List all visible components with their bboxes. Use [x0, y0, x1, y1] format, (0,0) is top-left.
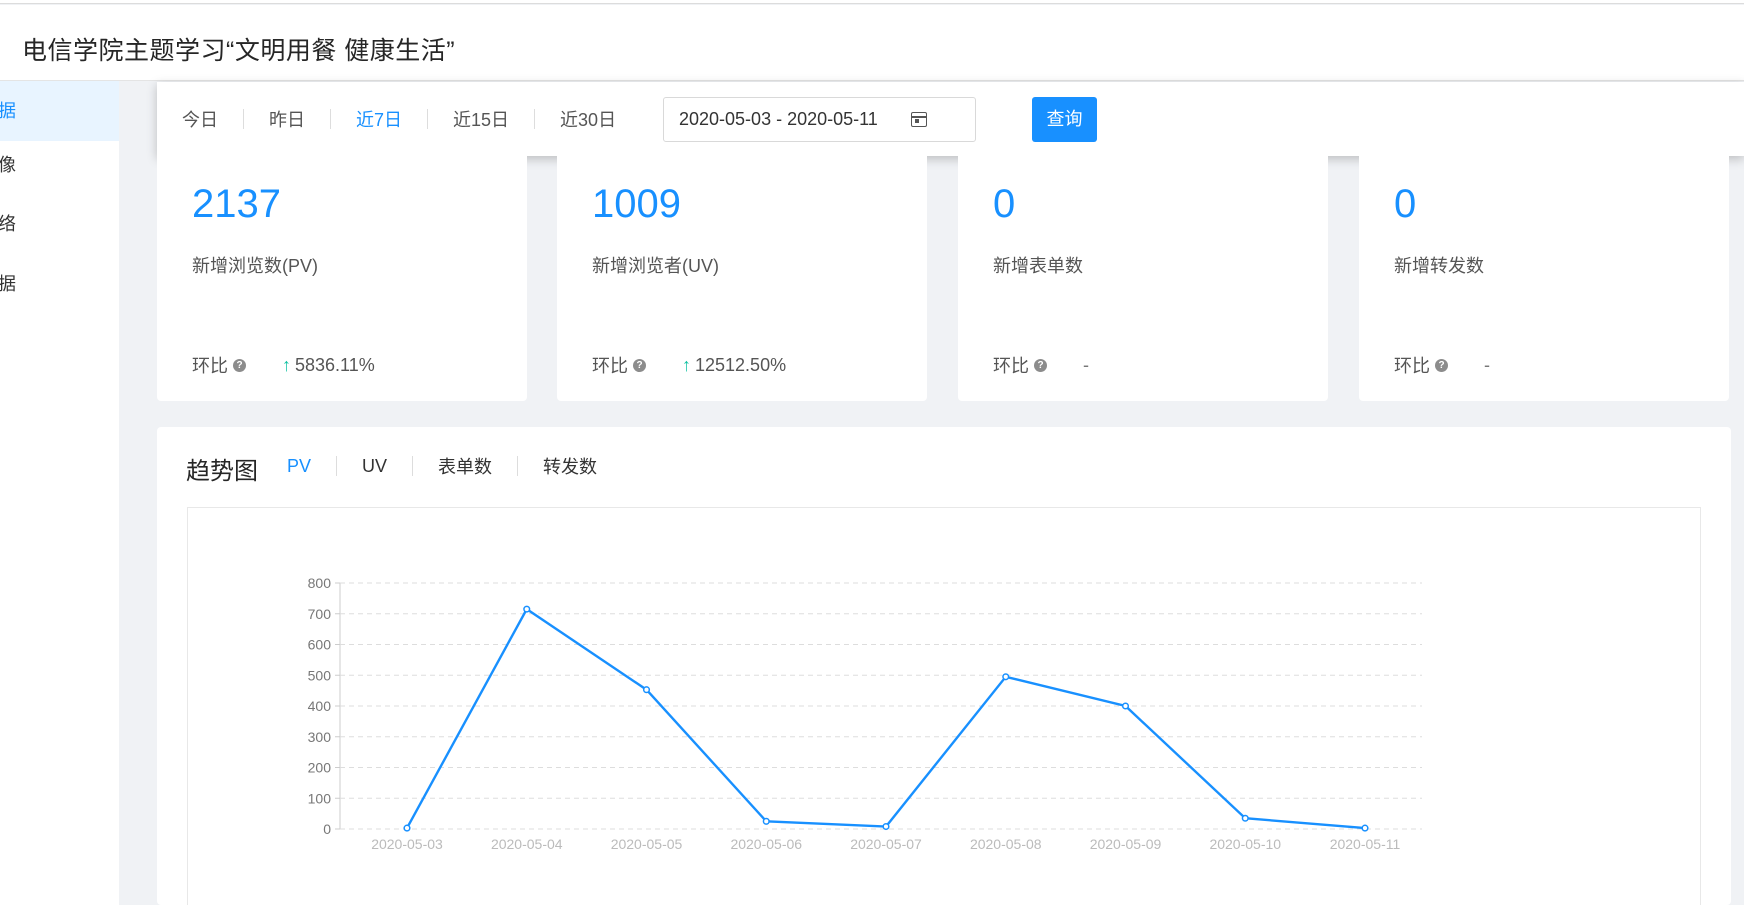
stat-value: 2137: [192, 182, 281, 226]
page-title: 电信学院主题学习“文明用餐 健康生活”: [22, 37, 456, 65]
stat-label: 新增表单数: [993, 256, 1083, 276]
comparison-value: ↑ 12512.50%: [682, 355, 786, 376]
line-chart: 0 100 200 300 400 500 600 700 800 2020-05-03 2020-…: [308, 575, 1422, 852]
x-tick-label: 2020-05-08: [970, 836, 1042, 852]
stat-value: 0: [1394, 182, 1417, 226]
data-point: [1361, 824, 1369, 832]
tab-last-7-days[interactable]: 近7日: [331, 106, 427, 132]
sidebar-item-data[interactable]: 据: [0, 81, 119, 141]
stat-card-pv: 2137 新增浏览数(PV) 环比 ? ↑ 5836.11%: [157, 156, 527, 401]
query-button[interactable]: 查询: [1032, 97, 1097, 142]
sidebar-item-profile[interactable]: 像: [0, 135, 119, 195]
sidebar-item-label: 据: [0, 101, 16, 121]
stat-card-forms: 0 新增表单数 环比 ? -: [958, 156, 1328, 401]
tab-last-15-days[interactable]: 近15日: [428, 106, 534, 132]
question-icon[interactable]: ?: [633, 358, 646, 372]
x-tick-label: 2020-05-06: [730, 836, 802, 852]
question-icon[interactable]: ?: [233, 358, 246, 372]
tab-pv[interactable]: PV: [287, 456, 336, 477]
sidebar-item-label: 络: [0, 214, 16, 234]
x-tick-label: 2020-05-04: [491, 836, 563, 852]
sidebar-item-label: 像: [0, 155, 16, 175]
comparison-label: 环比: [192, 356, 228, 376]
arrow-up-icon: ↑: [282, 354, 291, 375]
page-header: 电信学院主题学习“文明用餐 健康生活”: [0, 5, 1744, 81]
data-point: [882, 822, 890, 831]
x-tick-label: 2020-05-11: [1330, 836, 1401, 852]
date-tabs: 今日 昨日 近7日 近15日 近30日: [157, 82, 641, 156]
sidebar-item-label: 据: [0, 274, 16, 294]
data-point: [523, 605, 531, 613]
y-tick-label: 500: [308, 667, 332, 683]
x-tick-label: 2020-05-09: [1090, 836, 1162, 852]
tab-yesterday[interactable]: 昨日: [244, 106, 330, 132]
data-point: [762, 817, 770, 825]
arrow-up-icon: ↑: [682, 354, 691, 375]
comparison-value: -: [1484, 354, 1490, 375]
question-icon[interactable]: ?: [1435, 358, 1448, 372]
date-range-value: 2020-05-03 - 2020-05-11: [679, 109, 878, 129]
comparison-value: ↑ 5836.11%: [282, 355, 375, 376]
data-point: [1241, 814, 1249, 822]
trend-tabs: PV UV 表单数 转发数: [287, 453, 622, 479]
y-tick-label: 800: [308, 575, 332, 591]
comparison-label: 环比: [1394, 356, 1430, 376]
y-tick-label: 300: [308, 729, 332, 745]
sidebar-item-network[interactable]: 络: [0, 194, 119, 254]
x-tick-label: 2020-05-03: [371, 836, 443, 852]
sidebar: 据 像 络 据: [0, 81, 119, 905]
stat-value: 0: [993, 182, 1016, 226]
trend-title: 趋势图: [186, 458, 258, 485]
trend-chart: 0 100 200 300 400 500 600 700 800 2020-05-03 2020-…: [187, 507, 1701, 905]
stat-comparison: 环比 ? ↑ 12512.50%: [592, 352, 786, 378]
stat-comparison: 环比 ? -: [1394, 352, 1490, 378]
question-icon[interactable]: ?: [1034, 358, 1047, 372]
stat-label: 新增浏览数(PV): [192, 256, 318, 276]
stat-card-uv: 1009 新增浏览者(UV) 环比 ? ↑ 12512.50%: [557, 156, 927, 401]
tab-today[interactable]: 今日: [157, 106, 243, 132]
top-border: [0, 0, 1744, 4]
tab-uv[interactable]: UV: [337, 456, 412, 477]
date-range-picker[interactable]: 2020-05-03 - 2020-05-11: [663, 97, 976, 142]
x-tick-label: 2020-05-05: [611, 836, 683, 852]
tab-forms[interactable]: 表单数: [413, 453, 517, 479]
data-point: [1002, 673, 1010, 681]
tab-shares[interactable]: 转发数: [518, 453, 622, 479]
stat-value: 1009: [592, 182, 681, 226]
stat-label: 新增浏览者(UV): [592, 256, 719, 276]
data-point: [403, 824, 411, 832]
tab-last-30-days[interactable]: 近30日: [535, 106, 641, 132]
x-tick-label: 2020-05-10: [1209, 836, 1281, 852]
data-point: [642, 686, 651, 694]
data-point: [1121, 702, 1130, 710]
stat-comparison: 环比 ? -: [993, 352, 1089, 378]
series-line-pv: [405, 607, 1366, 830]
y-tick-label: 0: [323, 821, 331, 837]
comparison-label: 环比: [993, 356, 1029, 376]
stat-card-shares: 0 新增转发数 环比 ? -: [1359, 156, 1729, 401]
comparison-label: 环比: [592, 356, 628, 376]
sidebar-item-data-2[interactable]: 据: [0, 254, 119, 314]
comparison-percent: 12512.50%: [695, 354, 787, 375]
x-tick-label: 2020-05-07: [850, 836, 922, 852]
y-tick-label: 100: [308, 790, 332, 806]
stat-label: 新增转发数: [1394, 256, 1484, 276]
comparison-value: -: [1083, 354, 1089, 375]
y-tick-label: 600: [308, 637, 332, 653]
y-tick-label: 400: [308, 698, 332, 714]
date-filter-bar: 今日 昨日 近7日 近15日 近30日 2020-05-03 - 2020-05…: [157, 82, 1744, 156]
stat-comparison: 环比 ? ↑ 5836.11%: [192, 352, 375, 378]
y-tick-label: 700: [308, 606, 332, 622]
trend-card: 趋势图 PV UV 表单数 转发数 0 100 200 300 400 500 600 700…: [157, 427, 1731, 905]
calendar-icon: [911, 112, 927, 127]
y-tick-label: 200: [308, 760, 332, 776]
comparison-percent: 5836.11%: [295, 354, 375, 375]
